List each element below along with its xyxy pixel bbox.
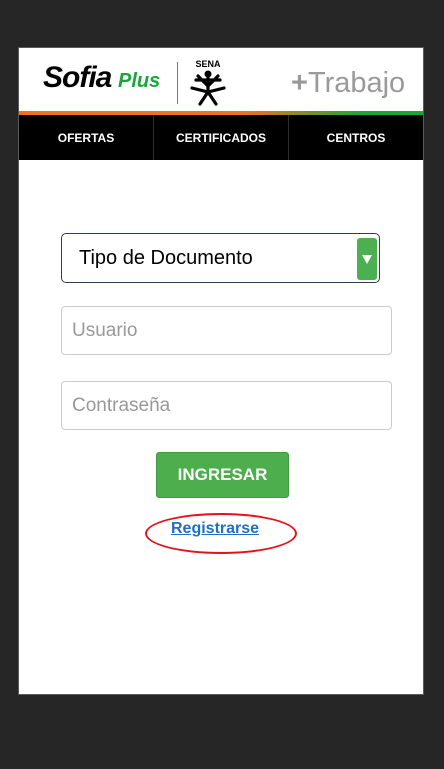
device-frame: Sofia Plus SENA +Trabajo OFERTAS CERTIFI… xyxy=(0,0,444,769)
sofia-logo-text: Sofia xyxy=(43,61,112,94)
document-type-selected: Tipo de Documento xyxy=(79,247,253,269)
document-type-select[interactable]: Tipo de Documento xyxy=(61,233,380,283)
password-input[interactable] xyxy=(61,381,392,430)
sofia-plus-logo-text: Plus xyxy=(118,70,161,92)
nav-item-ofertas[interactable]: OFERTAS xyxy=(19,115,154,160)
nav-item-certificados[interactable]: CERTIFICADOS xyxy=(154,115,289,160)
sena-logo-label: SENA xyxy=(195,59,221,69)
app-header: Sofia Plus SENA +Trabajo xyxy=(19,48,423,115)
trabajo-logo-text: Trabajo xyxy=(307,67,406,99)
nav-item-centros[interactable]: CENTROS xyxy=(289,115,423,160)
trabajo-plus-sign: + xyxy=(291,67,308,99)
trabajo-logo: +Trabajo xyxy=(291,67,405,100)
app-screen: Sofia Plus SENA +Trabajo OFERTAS CERTIFI… xyxy=(19,48,423,694)
login-button[interactable]: INGRESAR xyxy=(156,452,289,498)
username-input[interactable] xyxy=(61,306,392,355)
brand-color-strip xyxy=(19,111,423,115)
highlight-annotation-circle xyxy=(145,513,297,554)
logo-divider xyxy=(177,62,178,104)
chevron-down-icon[interactable] xyxy=(357,238,377,280)
main-nav: OFERTAS CERTIFICADOS CENTROS xyxy=(19,115,423,160)
sena-logo-icon: SENA xyxy=(190,59,226,106)
